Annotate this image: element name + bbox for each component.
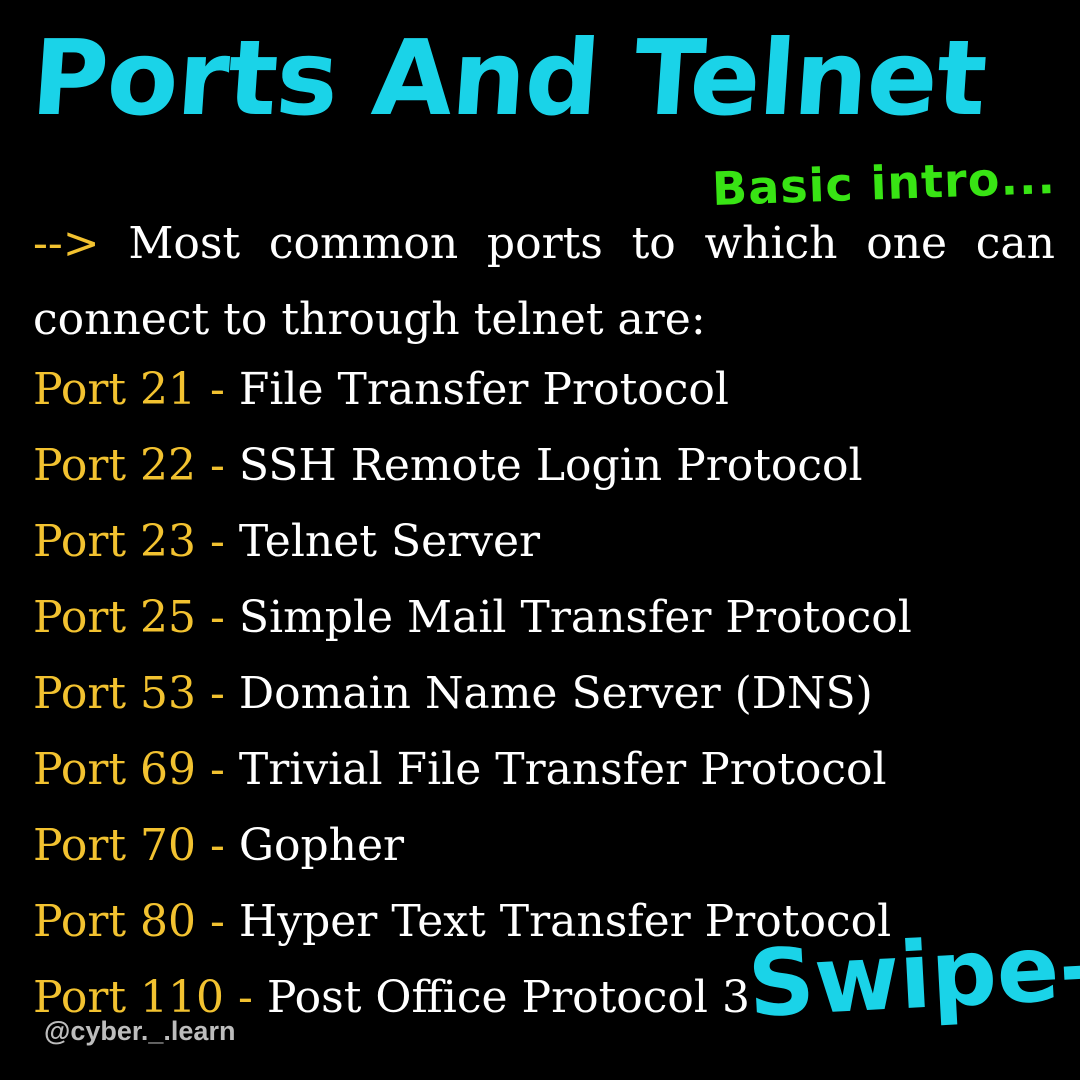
page-title: Ports And Telnet <box>27 17 990 139</box>
port-service: Domain Name Server (DNS) <box>238 668 873 719</box>
port-label: Port 22 - <box>33 440 225 491</box>
port-label: Port 80 - <box>33 896 225 947</box>
port-row: Port 70 - Gopher <box>33 814 912 890</box>
intro-paragraph: --> Most common ports to which one can c… <box>33 206 1055 358</box>
account-handle: @cyber._.learn <box>44 1016 236 1046</box>
intro-text: Most common ports to which one can conne… <box>33 218 1055 345</box>
port-row: Port 53 - Domain Name Server (DNS) <box>33 662 912 738</box>
port-service: SSH Remote Login Protocol <box>238 440 863 491</box>
subtitle: Basic intro... <box>711 150 1057 216</box>
port-label: Port 69 - <box>33 744 225 795</box>
port-label: Port 21 - <box>33 364 225 415</box>
port-row: Port 25 - Simple Mail Transfer Protocol <box>33 586 912 662</box>
port-service: File Transfer Protocol <box>238 364 729 415</box>
port-service: Simple Mail Transfer Protocol <box>238 592 912 643</box>
port-service: Post Office Protocol 3 <box>266 972 750 1023</box>
port-row: Port 22 - SSH Remote Login Protocol <box>33 434 912 510</box>
post-canvas: Ports And Telnet Basic intro... --> Most… <box>0 0 1080 1080</box>
port-service: Telnet Server <box>238 516 541 567</box>
port-row: Port 69 - Trivial File Transfer Protocol <box>33 738 912 814</box>
port-label: Port 70 - <box>33 820 225 871</box>
port-row: Port 21 - File Transfer Protocol <box>33 358 912 434</box>
port-row: Port 23 - Telnet Server <box>33 510 912 586</box>
port-label: Port 53 - <box>33 668 225 719</box>
intro-arrow: --> <box>33 218 100 269</box>
port-service: Gopher <box>238 820 405 871</box>
swipe-hint: Swipe-> <box>745 908 1080 1039</box>
port-label: Port 25 - <box>33 592 225 643</box>
port-label: Port 23 - <box>33 516 225 567</box>
port-service: Trivial File Transfer Protocol <box>238 744 887 795</box>
